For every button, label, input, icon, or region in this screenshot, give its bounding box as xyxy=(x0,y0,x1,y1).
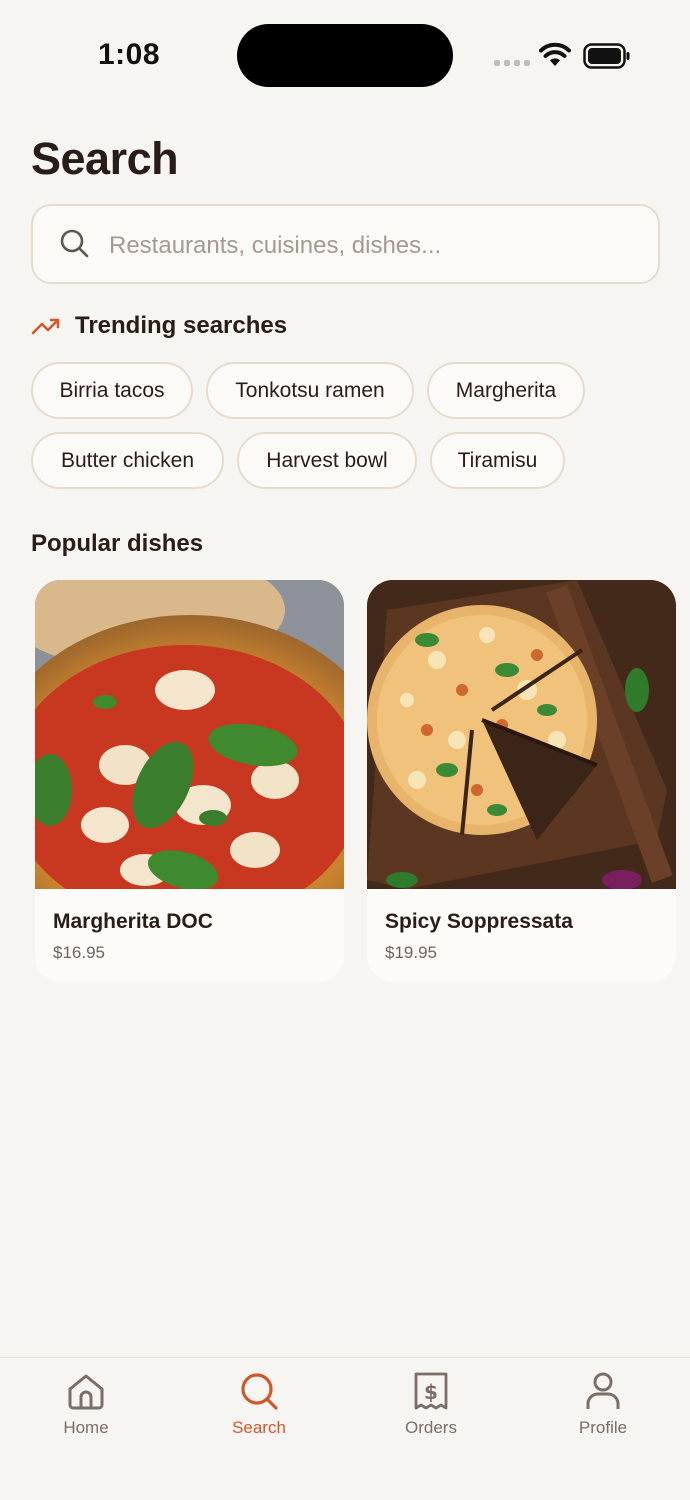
dish-image xyxy=(35,580,344,889)
home-icon xyxy=(68,1374,104,1410)
cellular-signal-icon xyxy=(494,60,530,66)
battery-icon xyxy=(583,43,630,69)
trending-chip[interactable]: Tonkotsu ramen xyxy=(206,362,414,419)
trending-header: Trending searches xyxy=(31,312,287,340)
dish-card[interactable]: Margherita DOC $16.95 xyxy=(35,580,344,982)
tab-label: Search xyxy=(232,1418,286,1437)
search-icon xyxy=(60,229,89,258)
page-title: Search xyxy=(31,133,179,184)
trending-chip[interactable]: Butter chicken xyxy=(31,432,224,489)
receipt-icon: $ xyxy=(414,1372,448,1410)
trending-up-icon xyxy=(31,318,60,335)
status-time: 1:08 xyxy=(98,38,161,71)
tab-orders[interactable]: $ Orders xyxy=(371,1370,491,1450)
status-bar: 1:08 xyxy=(0,0,690,110)
dish-name: Spicy Soppressata xyxy=(385,910,573,933)
search-icon xyxy=(241,1373,278,1410)
dish-card[interactable]: Spicy Soppressata $19.95 xyxy=(367,580,676,982)
person-icon xyxy=(586,1372,620,1409)
trending-chip[interactable]: Tiramisu xyxy=(430,432,565,489)
search-input[interactable] xyxy=(109,226,629,266)
popular-dishes-title: Popular dishes xyxy=(31,530,204,557)
tab-home[interactable]: Home xyxy=(26,1370,146,1450)
dish-price: $16.95 xyxy=(53,943,105,962)
trending-chip[interactable]: Birria tacos xyxy=(31,362,193,419)
tab-profile[interactable]: Profile xyxy=(543,1370,663,1450)
trending-title: Trending searches xyxy=(75,312,288,339)
dish-price: $19.95 xyxy=(385,943,437,962)
dish-name: Margherita DOC xyxy=(53,910,213,933)
tab-search[interactable]: Search xyxy=(199,1370,319,1450)
wifi-icon xyxy=(539,42,571,66)
tab-bar: Home Search $ Orders Profile xyxy=(0,1357,690,1500)
search-box[interactable] xyxy=(31,204,660,284)
tab-label: Orders xyxy=(405,1418,457,1437)
trending-chip[interactable]: Harvest bowl xyxy=(237,432,417,489)
tab-label: Profile xyxy=(578,1418,628,1437)
svg-text:$: $ xyxy=(424,1380,438,1404)
dish-image xyxy=(367,580,676,889)
dynamic-island xyxy=(237,24,453,87)
tab-label: Home xyxy=(63,1418,109,1437)
trending-chip[interactable]: Margherita xyxy=(427,362,585,419)
